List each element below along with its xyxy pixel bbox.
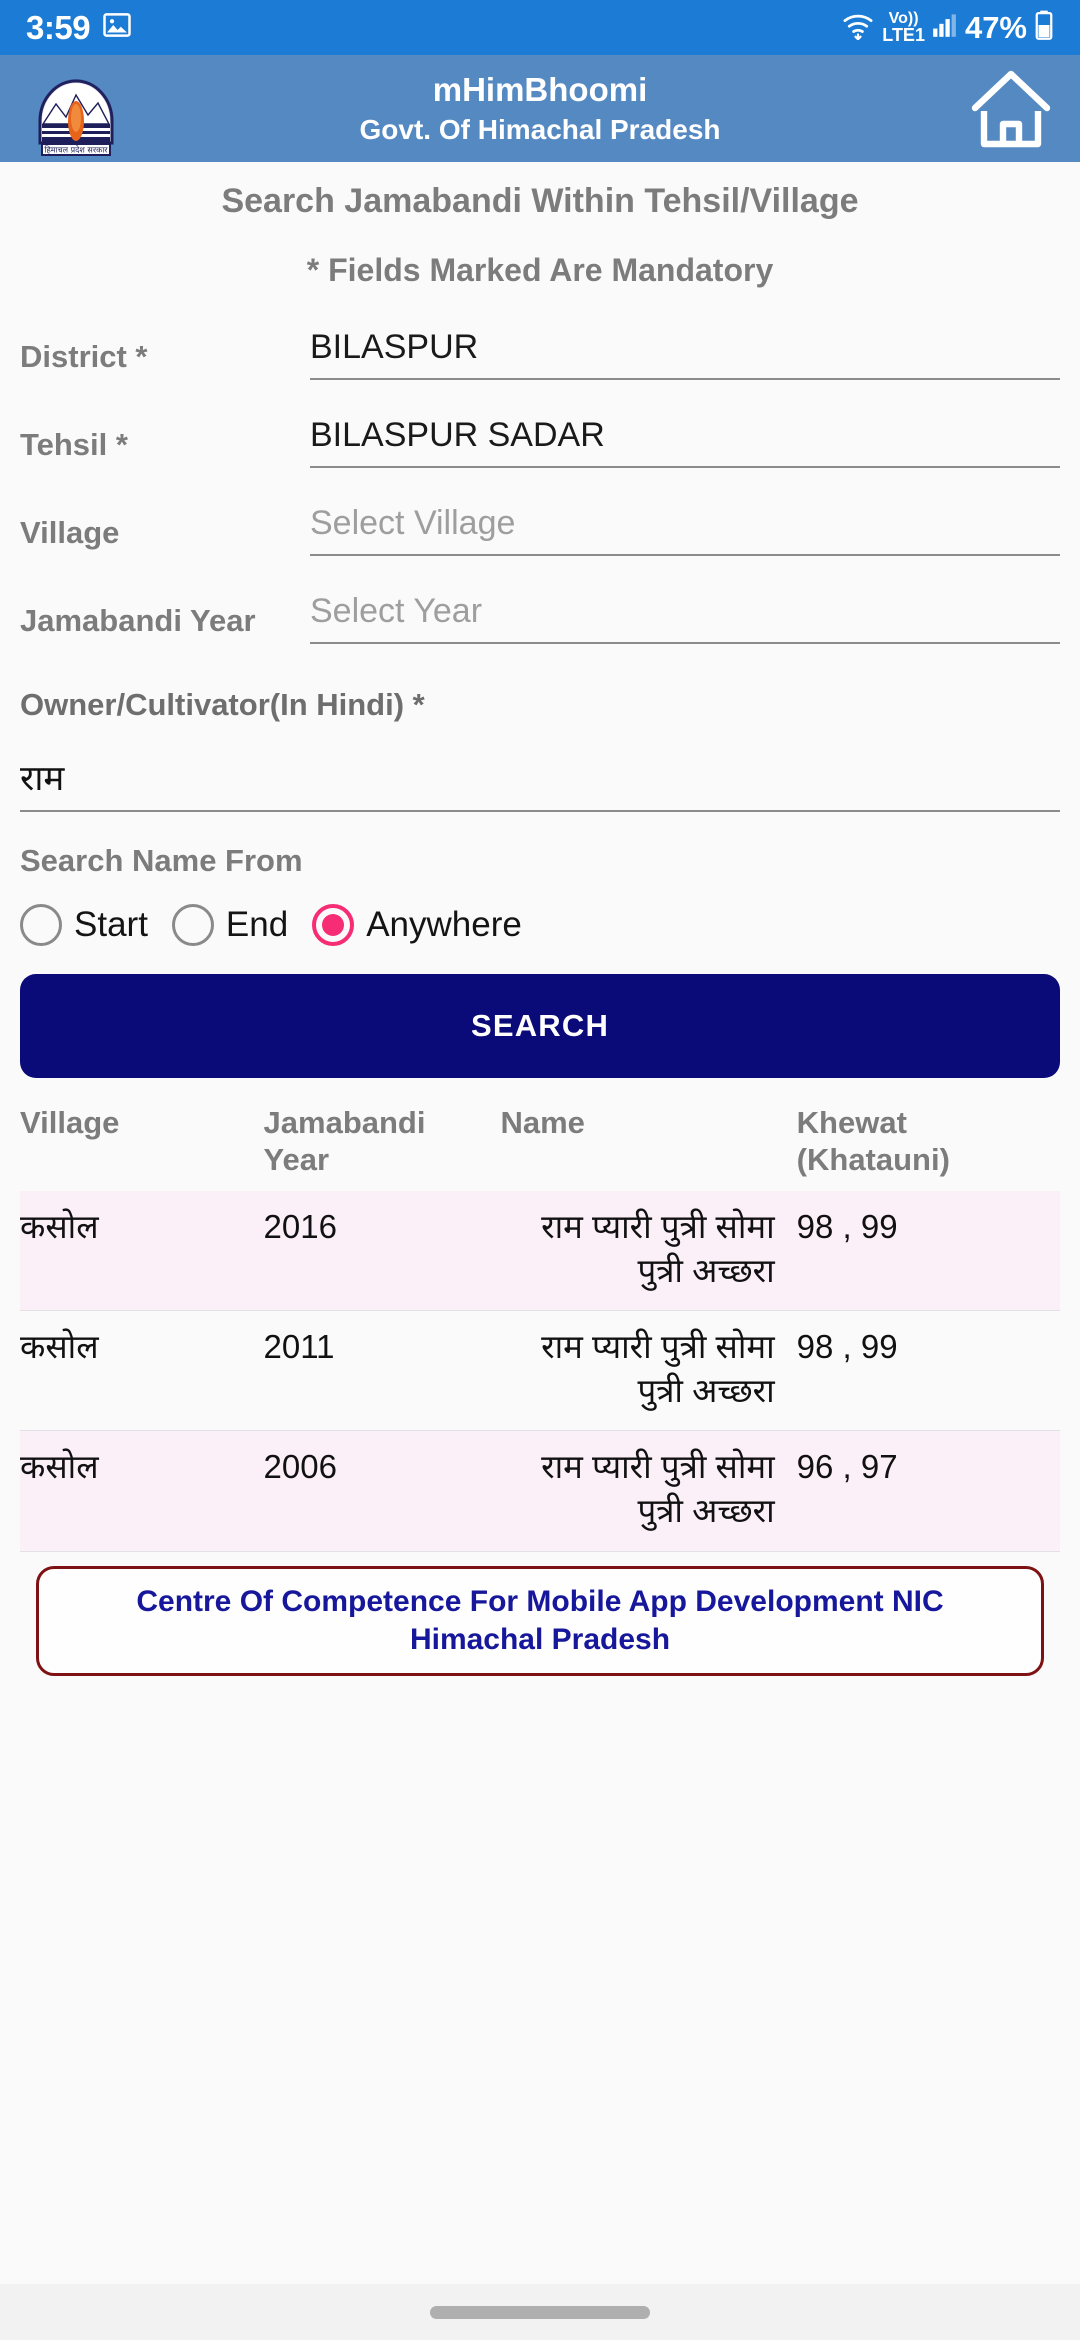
cell-year: 2006 (263, 1430, 501, 1552)
status-bar-right: Vo)) LTE1 47% (841, 10, 1054, 45)
radio-option-anywhere[interactable]: Anywhere (312, 903, 522, 946)
field-jamabandi-year[interactable]: Jamabandi Year Select Year (20, 590, 1060, 678)
footer: Centre Of Competence For Mobile App Deve… (20, 1565, 1060, 1677)
radio-circle-start-icon[interactable] (20, 903, 62, 946)
himachal-pradesh-emblem-icon: हिमाचल प्रदेश सरकार (24, 59, 128, 159)
field-tehsil-control[interactable]: BILASPUR SADAR (310, 414, 1060, 468)
volte-lte-indicator: Vo)) LTE1 (882, 11, 925, 45)
svg-text:हिमाचल प्रदेश सरकार: हिमाचल प्रदेश सरकार (44, 144, 108, 154)
table-row[interactable]: कसोल 2011 राम प्यारी पुत्री सोमा पुत्री … (20, 1310, 1060, 1432)
owner-cultivator-underline (20, 810, 1060, 813)
field-village-control[interactable]: Select Village (310, 502, 1060, 556)
page-content: Search Jamabandi Within Tehsil/Village *… (0, 162, 1080, 2284)
search-form: District * BILASPUR Tehsil * BILASPUR SA… (20, 326, 1060, 1078)
field-jamabandi-year-control[interactable]: Select Year (310, 590, 1060, 644)
radio-label-end: End (225, 905, 289, 945)
column-header-village: Village (20, 1104, 120, 1140)
field-district-label: District * (20, 338, 148, 374)
cell-name: राम प्यारी पुत्री सोमा पुत्री अच्छरा (500, 1191, 797, 1312)
cell-name: राम प्यारी पुत्री सोमा पुत्री अच्छरा (500, 1430, 797, 1552)
image-icon (102, 10, 132, 45)
field-tehsil-label: Tehsil * (20, 426, 128, 462)
navigation-gesture-area (0, 2284, 1080, 2340)
radio-label-start: Start (74, 905, 148, 945)
battery-icon (1034, 10, 1054, 45)
results-header-row: Village Jamabandi Year Name Khewat (Khat… (20, 1100, 1060, 1192)
app-subtitle: Govt. Of Himachal Pradesh (359, 113, 721, 145)
field-district-control[interactable]: BILASPUR (310, 326, 1060, 380)
cell-khewat: 96 , 97 (796, 1430, 1060, 1552)
battery-percentage: 47% (964, 10, 1027, 45)
column-header-khewat: Khewat (Khatauni) (796, 1104, 950, 1178)
owner-cultivator-value[interactable]: राम (20, 757, 1060, 811)
cell-village: कसोल (20, 1191, 264, 1312)
footer-line-2: Himachal Pradesh (409, 1622, 671, 1656)
owner-cultivator-field[interactable]: राम (20, 757, 1060, 813)
mandatory-note: * Fields Marked Are Mandatory (306, 251, 774, 288)
search-name-from-label: Search Name From (20, 843, 303, 879)
status-bar-clock: 3:59 (26, 9, 91, 46)
column-header-jamabandi-year: Jamabandi Year (263, 1104, 426, 1178)
cell-year: 2011 (263, 1310, 501, 1432)
search-name-from-group: Start End Anywhere (20, 903, 1060, 946)
footer-box: Centre Of Competence For Mobile App Deve… (36, 1565, 1044, 1677)
home-icon[interactable] (966, 64, 1056, 154)
field-district-underline (310, 378, 1060, 380)
radio-circle-end-icon[interactable] (171, 903, 214, 946)
wifi-icon (841, 10, 875, 45)
results-table-head: Village Jamabandi Year Name Khewat (Khat… (20, 1100, 1060, 1192)
owner-cultivator-label: Owner/Cultivator(In Hindi) * (20, 686, 425, 722)
status-bar-left: 3:59 (26, 10, 132, 45)
field-tehsil-underline (310, 466, 1060, 468)
cell-name: राम प्यारी पुत्री सोमा पुत्री अच्छरा (500, 1310, 797, 1432)
app-title: mHimBhoomi (432, 71, 648, 109)
field-village-value[interactable]: Select Village (310, 502, 1060, 555)
app-bar-title-group: mHimBhoomi Govt. Of Himachal Pradesh (0, 55, 1080, 162)
radio-circle-anywhere-icon[interactable] (312, 903, 355, 946)
status-bar: 3:59 Vo)) LTE1 47% (0, 0, 1080, 55)
cell-village: कसोल (20, 1430, 264, 1552)
table-row[interactable]: कसोल 2016 राम प्यारी पुत्री सोमा पुत्री … (20, 1191, 1060, 1312)
field-village[interactable]: Village Select Village (20, 502, 1060, 590)
cell-year: 2016 (263, 1191, 501, 1312)
field-tehsil-value[interactable]: BILASPUR SADAR (310, 414, 1060, 467)
field-jamabandi-year-value[interactable]: Select Year (310, 590, 1060, 643)
field-village-underline (310, 554, 1060, 556)
field-district-value[interactable]: BILASPUR (310, 326, 1060, 379)
field-district[interactable]: District * BILASPUR (20, 326, 1060, 414)
cell-khewat: 98 , 99 (796, 1310, 1060, 1432)
app-screen: 3:59 Vo)) LTE1 47% हिमाचल प्रदेश सरकार m… (0, 0, 1080, 2340)
gesture-bar-handle[interactable] (430, 2305, 650, 2319)
column-header-name: Name (500, 1104, 585, 1140)
field-jamabandi-year-label: Jamabandi Year (20, 602, 256, 638)
cell-khewat: 98 , 99 (796, 1191, 1060, 1312)
table-row[interactable]: कसोल 2006 राम प्यारी पुत्री सोमा पुत्री … (20, 1430, 1060, 1552)
field-village-label: Village (20, 514, 120, 550)
results-table-body: कसोल 2016 राम प्यारी पुत्री सोमा पुत्री … (20, 1191, 1060, 1552)
signal-bars-icon (932, 12, 958, 43)
cell-village: कसोल (20, 1310, 264, 1432)
field-tehsil[interactable]: Tehsil * BILASPUR SADAR (20, 414, 1060, 502)
radio-label-anywhere: Anywhere (366, 905, 522, 945)
page-title: Search Jamabandi Within Tehsil/Village (221, 182, 859, 220)
network-label: LTE1 (882, 24, 925, 45)
field-jamabandi-year-underline (310, 642, 1060, 644)
app-bar: हिमाचल प्रदेश सरकार mHimBhoomi Govt. Of … (0, 55, 1080, 162)
search-button[interactable]: SEARCH (20, 973, 1060, 1078)
radio-option-end[interactable]: End (171, 903, 289, 946)
radio-option-start[interactable]: Start (20, 903, 148, 946)
footer-line-1: Centre Of Competence For Mobile App Deve… (136, 1584, 944, 1618)
results-table: Village Jamabandi Year Name Khewat (Khat… (20, 1100, 1060, 1552)
